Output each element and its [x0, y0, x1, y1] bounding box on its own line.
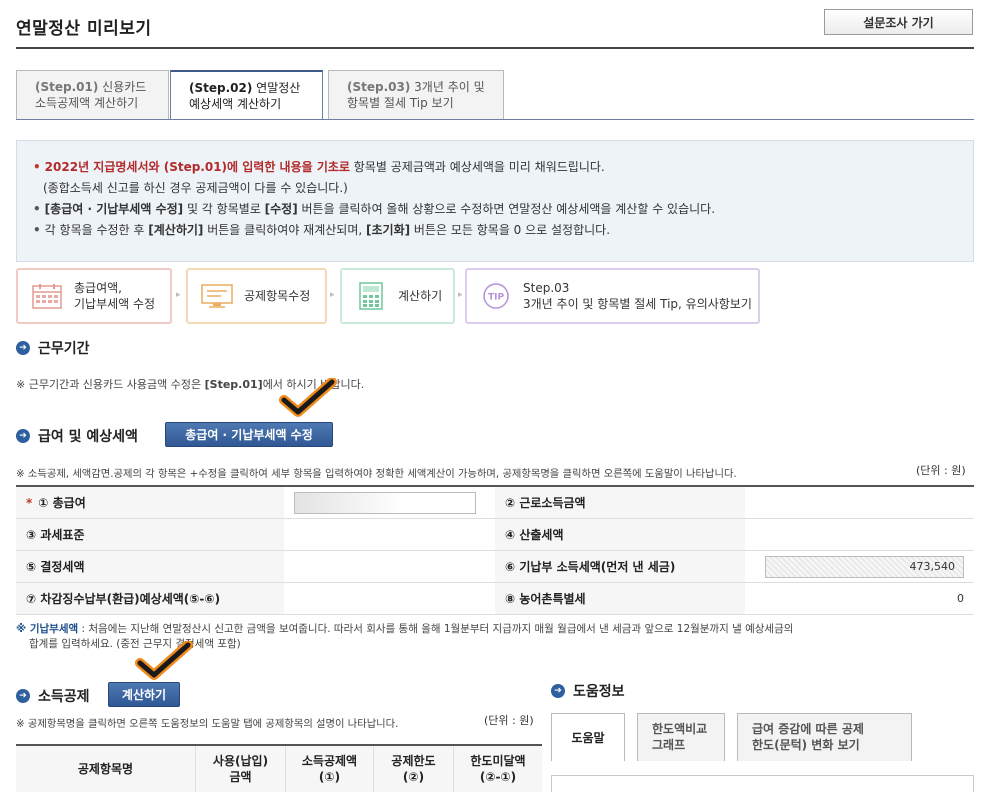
section-deduction: ➔ 소득공제	[16, 686, 90, 706]
column-header: 공제항목명	[16, 746, 196, 792]
computed-tax-value	[745, 519, 974, 550]
rural-special-tax-value: 0	[957, 592, 964, 605]
tax-base-value	[284, 519, 495, 550]
step-salary-edit[interactable]: 총급여액, 기납부세액 수정	[16, 268, 172, 324]
checkmark-icon	[279, 378, 337, 417]
notice-line: • 2022년 지급명세서와 (Step.01)에 입력한 내용을 기초로 항목별…	[33, 160, 605, 174]
tab-text: 항목별 절세 Tip 보기	[347, 96, 454, 110]
tab-step-label: (Step.02)	[189, 81, 253, 95]
page-title: 연말정산 미리보기	[16, 19, 152, 39]
column-header: 사용(납입) 금액	[196, 746, 286, 792]
section-title: 급여 및 예상세액	[38, 429, 138, 445]
rural-special-tax-label[interactable]: ⑧ 농어촌특별세	[495, 583, 745, 614]
step-label: 공제항목수정	[244, 289, 311, 303]
title-divider	[16, 47, 974, 49]
earned-income-label[interactable]: ② 근로소득금액	[495, 487, 745, 518]
deduction-table-header: 공제항목명 사용(납입) 금액 소득공제액 (①) 공제한도 (②) 한도미달액 (②-…	[16, 744, 542, 792]
determined-tax-value	[284, 551, 495, 582]
section-title: 소득공제	[38, 689, 90, 705]
unit-label: (단위 : 원)	[916, 464, 966, 477]
column-header: 소득공제액 (①)	[286, 746, 374, 792]
chevron-right-icon: ▸	[330, 290, 335, 300]
refund-estimate-label[interactable]: ⑦ 차감징수납부(환급)예상세액(⑤-⑥)	[16, 583, 284, 614]
survey-button[interactable]: 설문조사 가기	[824, 9, 973, 35]
notice-line: • [총급여 · 기납부세액 수정] 및 각 항목별로 [수정] 버튼을 클릭하여…	[33, 202, 716, 216]
chevron-right-icon: ▸	[176, 290, 181, 300]
tabs-divider	[16, 119, 974, 120]
determined-tax-label[interactable]: ⑤ 결정세액	[16, 551, 284, 582]
tab-text: 예상세액 계산하기	[189, 97, 282, 111]
arrow-right-icon: ➔	[16, 341, 30, 355]
step-label: Step.03 3개년 추이 및 항목별 절세 Tip, 유의사항보기	[523, 281, 752, 311]
tab-help[interactable]: 도움말	[551, 713, 625, 761]
salary-grid: * ① 총급여 ② 근로소득금액 ③ 과세표준 ④ 산출세액 ⑤ 결정세액 ⑥ 기…	[16, 485, 974, 615]
section-work-period: ➔ 근무기간	[16, 338, 90, 358]
tab-limit-graph[interactable]: 한도액비교 그래프	[637, 713, 725, 761]
prepaid-tax-input[interactable]: 473,540	[765, 555, 964, 578]
column-header: 한도미달액 (②-①)	[470, 754, 526, 784]
tab-step-label: (Step.03)	[347, 80, 411, 94]
monitor-icon	[200, 281, 234, 311]
notice-line: (종합소득세 신고를 하신 경우 공제금액이 다를 수 있습니다.)	[43, 181, 348, 195]
calculate-button[interactable]: 계산하기	[108, 682, 180, 707]
unit-label: (단위 : 원)	[484, 714, 534, 727]
step-calculate[interactable]: 계산하기	[340, 268, 455, 324]
earned-income-value	[745, 487, 974, 518]
section-title: 도움정보	[573, 684, 625, 700]
prepaid-tax-field[interactable]: 473,540	[745, 551, 974, 582]
notice-line: • 각 항목을 수정한 후 [계산하기] 버튼을 클릭하여야 재계산되며, [초기…	[33, 223, 611, 237]
tab-step-label: (Step.01)	[35, 80, 99, 94]
tax-base-label[interactable]: ③ 과세표준	[16, 519, 284, 550]
prepaid-tax-footnote: ※ 기납부세액 : 처음에는 지난해 연말정산시 신고한 금액을 보여줍니다. …	[16, 623, 794, 650]
section-help: ➔ 도움정보	[551, 681, 625, 701]
salary-tax-edit-button[interactable]: 총급여 · 기납부세액 수정	[165, 422, 333, 447]
salary-note: ※ 소득공제, 세액감면.공제의 각 항목은 +수정을 클릭하여 세부 항목을 …	[16, 468, 737, 480]
tab-text: 3개년 추이 및	[410, 80, 485, 94]
tab-step-03[interactable]: (Step.03) 3개년 추이 및 항목별 절세 Tip 보기	[328, 70, 504, 120]
prepaid-tax-label[interactable]: ⑥ 기납부 소득세액(먼저 낸 세금)	[495, 551, 745, 582]
tab-text: 연말정산	[252, 81, 301, 95]
deduction-note: ※ 공제항목명을 클릭하면 오른쪽 도움정보의 도움말 탭에 공제항목의 설명이…	[16, 718, 399, 730]
calculator-icon	[354, 281, 388, 311]
arrow-right-icon: ➔	[551, 684, 565, 698]
total-salary-input[interactable]	[284, 487, 495, 518]
grid-row: ⑤ 결정세액 ⑥ 기납부 소득세액(먼저 낸 세금) 473,540	[16, 551, 974, 583]
help-content	[551, 775, 974, 792]
tip-icon: TIP	[479, 281, 513, 311]
step-deduction-edit[interactable]: 공제항목수정	[186, 268, 327, 324]
column-header: 공제한도 (②)	[374, 746, 454, 792]
refund-estimate-value	[284, 583, 495, 614]
step-03-tips[interactable]: TIP Step.03 3개년 추이 및 항목별 절세 Tip, 유의사항보기	[465, 268, 760, 324]
step-tabs: (Step.01) 신용카드 소득공제액 계산하기 (Step.02) 연말정산…	[16, 70, 974, 120]
total-salary-label[interactable]: * ① 총급여	[16, 487, 284, 518]
calendar-icon	[30, 281, 64, 311]
tab-text: 소득공제액 계산하기	[35, 96, 139, 110]
arrow-right-icon: ➔	[16, 429, 30, 443]
notice-box: • 2022년 지급명세서와 (Step.01)에 입력한 내용을 기초로 항목별…	[16, 140, 974, 262]
checkmark-icon	[135, 641, 193, 680]
grid-row: ⑦ 차감징수납부(환급)예상세액(⑤-⑥) ⑧ 농어촌특별세 0	[16, 583, 974, 615]
tab-step-02[interactable]: (Step.02) 연말정산 예상세액 계산하기	[170, 70, 323, 120]
step-label: 계산하기	[398, 289, 443, 303]
section-salary: ➔ 급여 및 예상세액	[16, 426, 138, 446]
section-title: 근무기간	[38, 341, 90, 357]
svg-text:TIP: TIP	[488, 293, 504, 303]
step-label: 총급여액, 기납부세액 수정	[74, 281, 156, 311]
tab-threshold-change[interactable]: 급여 증감에 따른 공제 한도(문턱) 변화 보기	[737, 713, 912, 761]
arrow-right-icon: ➔	[16, 689, 30, 703]
tab-text: 신용카드	[98, 80, 147, 94]
grid-row: ③ 과세표준 ④ 산출세액	[16, 519, 974, 551]
tab-step-01[interactable]: (Step.01) 신용카드 소득공제액 계산하기	[16, 70, 169, 120]
computed-tax-label[interactable]: ④ 산출세액	[495, 519, 745, 550]
grid-row: * ① 총급여 ② 근로소득금액	[16, 487, 974, 519]
